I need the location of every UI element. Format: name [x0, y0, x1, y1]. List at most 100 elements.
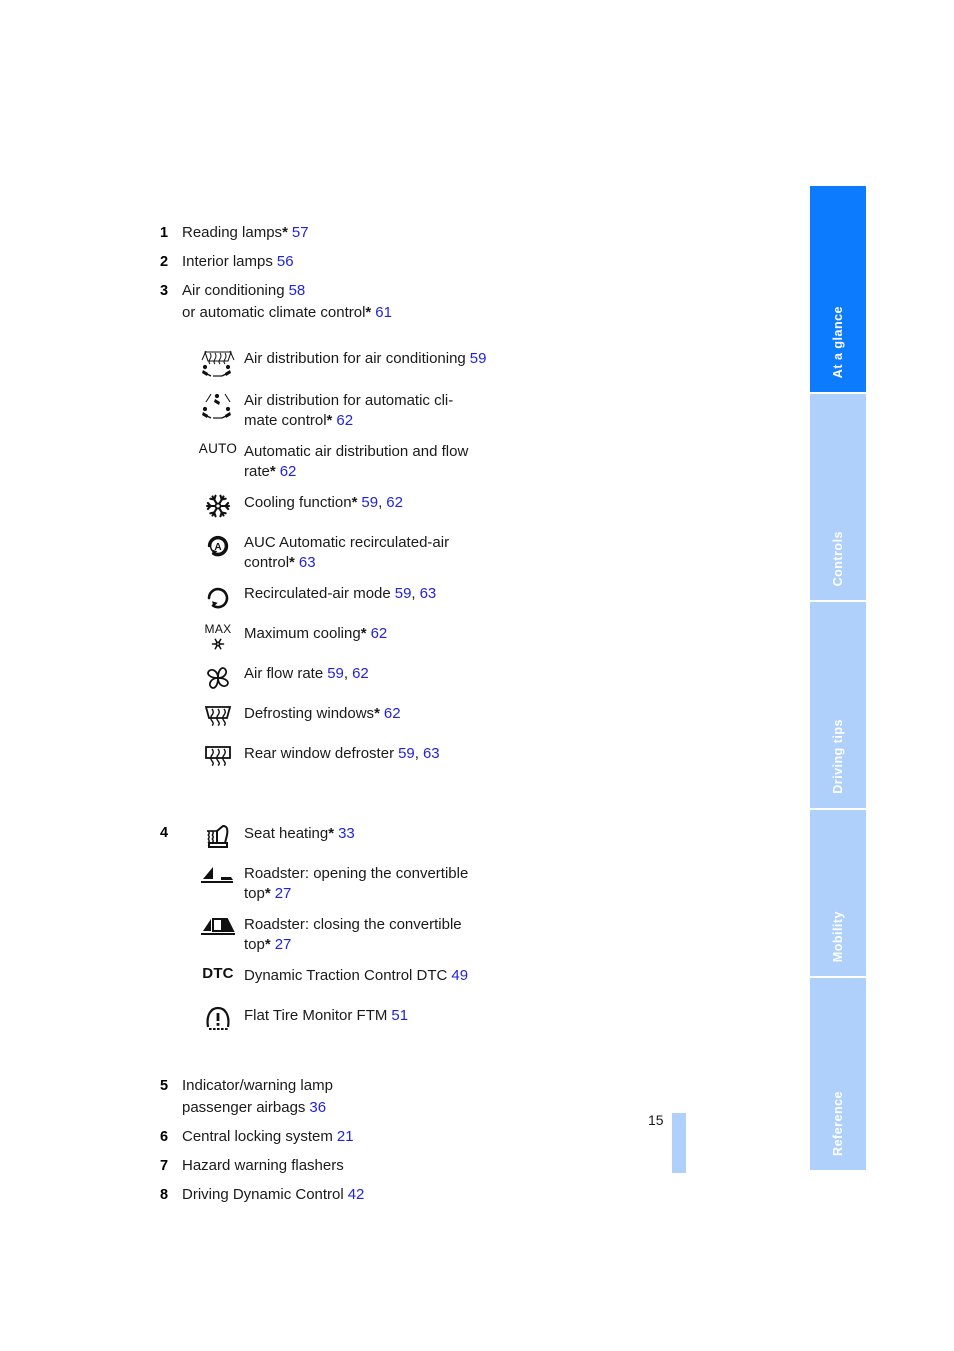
page-reference[interactable]: 42	[348, 1186, 365, 1203]
auto-text-icon: AUTO	[198, 441, 238, 456]
icon-label-line: AUC Automatic recirculated-air	[244, 534, 450, 551]
page-reference[interactable]: 21	[337, 1128, 354, 1145]
numbered-item: 8 Driving Dynamic Control 42	[160, 1184, 680, 1206]
icon-label-line: Air distribution for automatic cli-	[244, 392, 454, 409]
sidebar-tab-label: Mobility	[831, 910, 845, 962]
sidebar-tab-at-a-glance[interactable]: At a glance	[810, 186, 866, 394]
icon-label-line: Seat heating* 33	[244, 825, 355, 842]
page-reference[interactable]: 36	[309, 1099, 326, 1116]
sidebar-tab-driving-tips[interactable]: Driving tips	[810, 602, 866, 810]
page-reference[interactable]: 27	[275, 936, 292, 953]
icon-item: Air distribution for automatic cli-mate …	[192, 388, 680, 431]
item-text: Hazard warning flashers	[182, 1155, 344, 1177]
page-reference[interactable]: 61	[375, 304, 392, 321]
item-line: passenger airbags 36	[182, 1097, 333, 1119]
page-reference[interactable]: 56	[277, 253, 294, 270]
icon-label-line: Dynamic Traction Control DTC 49	[244, 967, 469, 984]
page-reference[interactable]: 62	[386, 494, 403, 511]
icon-item-label: Rear window defroster 59, 63	[244, 741, 440, 764]
page-reference[interactable]: 33	[338, 825, 355, 842]
item-number: 8	[160, 1187, 169, 1203]
item-text: Indicator/warning lamp passenger airbags 3…	[182, 1075, 333, 1119]
icon-item-label: Recirculated-air mode 59, 63	[244, 581, 436, 604]
page-reference[interactable]: 62	[336, 412, 353, 429]
page-reference[interactable]: 59	[361, 494, 378, 511]
icon-label-line: control* 63	[244, 554, 316, 571]
icon-item-label: Air distribution for air conditioning 59	[244, 346, 486, 369]
item-number: 2	[160, 254, 169, 270]
item-label: Reading lamps	[182, 224, 283, 241]
page-reference[interactable]: 59	[470, 350, 487, 367]
page-number: 15	[648, 1112, 664, 1128]
page-reference[interactable]: 62	[384, 705, 401, 722]
sidebar-tab-mobility[interactable]: Mobility	[810, 810, 866, 978]
optional-equipment-asterisk: *	[269, 463, 276, 480]
optional-equipment-asterisk: *	[282, 224, 288, 241]
icon-label-line: rate* 62	[244, 463, 297, 480]
sidebar-tab-controls[interactable]: Controls	[810, 394, 866, 602]
icon-item-label: Air distribution for automatic cli-mate …	[244, 388, 453, 431]
rear-window-defrost-icon	[192, 741, 244, 769]
sidebar-tab-reference[interactable]: Reference	[810, 978, 866, 1172]
auc-recirculation-icon: A	[192, 530, 244, 562]
numbered-item: 3 Air conditioning 58 or automatic climate …	[160, 280, 680, 324]
icon-item-label: Roadster: closing the convertible top* 27	[244, 912, 462, 955]
icon-item: Air distribution for air conditioning 59	[192, 346, 680, 380]
icon-item-label: AUC Automatic recirculated-air control* 63	[244, 530, 449, 573]
fan-icon	[192, 661, 244, 693]
page-reference[interactable]: 62	[280, 463, 297, 480]
page-reference[interactable]: 51	[391, 1007, 408, 1024]
sidebar-tab-label: At a glance	[831, 305, 845, 378]
item-line: Central locking system 21	[182, 1126, 354, 1148]
item-line: Hazard warning flashers	[182, 1155, 344, 1177]
item-line: Reading lamps* 57	[182, 222, 309, 244]
page-reference[interactable]: 57	[292, 224, 309, 241]
optional-equipment-asterisk: *	[328, 825, 335, 842]
item-label: passenger airbags	[182, 1099, 306, 1116]
numbered-item: 1 Reading lamps* 57	[160, 222, 680, 244]
page-reference[interactable]: 27	[275, 885, 292, 902]
page-reference[interactable]: 62	[352, 665, 369, 682]
convertible-top-open-icon	[192, 861, 244, 885]
icon-label-line: Rear window defroster 59, 63	[244, 745, 440, 762]
optional-equipment-asterisk: *	[360, 625, 367, 642]
page-reference[interactable]: 59	[398, 745, 415, 762]
snowflake-icon	[192, 490, 244, 520]
icon-label-line: top* 27	[244, 936, 292, 953]
air-distribution-climate-icon	[192, 388, 244, 422]
page-reference[interactable]: 63	[420, 585, 437, 602]
icon-item: Seat heating* 33	[192, 821, 680, 853]
windshield-defrost-icon	[192, 701, 244, 729]
icon-label-line: Roadster: closing the convertible	[244, 916, 462, 933]
optional-equipment-asterisk: *	[374, 705, 380, 722]
item-line: Indicator/warning lamp	[182, 1075, 333, 1097]
icon-label-line: Air distribution for air conditioning 59	[244, 350, 487, 367]
item-line: Driving Dynamic Control 42	[182, 1184, 364, 1206]
page-reference[interactable]: 63	[423, 745, 440, 762]
page-reference[interactable]: 49	[451, 967, 468, 984]
icon-item: Cooling function* 59, 62	[192, 490, 680, 522]
flat-tire-monitor-icon	[192, 1003, 244, 1032]
numbered-list-top: 1 Reading lamps* 57 2 Interior lamps 56 3 Air c…	[160, 222, 680, 324]
item-label: Hazard warning flashers	[182, 1157, 344, 1174]
numbered-item: 2 Interior lamps 56	[160, 251, 680, 273]
page-reference[interactable]: 59	[395, 585, 412, 602]
page-reference[interactable]: 62	[371, 625, 388, 642]
item-text: Interior lamps 56	[182, 251, 294, 273]
sidebar-tab-label: Driving tips	[831, 719, 845, 794]
page-reference[interactable]: 63	[299, 554, 316, 571]
page-reference[interactable]: 58	[289, 282, 306, 299]
numbered-item: 6 Central locking system 21	[160, 1126, 680, 1148]
icon-item: Flat Tire Monitor FTM 51	[192, 1003, 680, 1035]
icon-item-label: Cooling function* 59, 62	[244, 490, 403, 513]
icon-item-label: Air flow rate 59, 62	[244, 661, 369, 684]
page-marker-bar	[672, 1113, 686, 1173]
icon-item: A AUC Automatic recirculated-air control* 6…	[192, 530, 680, 573]
recirculation-icon	[192, 581, 244, 613]
optional-equipment-asterisk: *	[289, 554, 295, 571]
item-label: or automatic climate control	[182, 304, 366, 321]
item-line: Air conditioning 58	[182, 280, 392, 302]
page-reference[interactable]: 59	[327, 665, 344, 682]
numbered-list-bottom: 5 Indicator/warning lamp passenger airbags…	[160, 1075, 680, 1206]
icon-label-line: Air flow rate 59, 62	[244, 665, 369, 682]
